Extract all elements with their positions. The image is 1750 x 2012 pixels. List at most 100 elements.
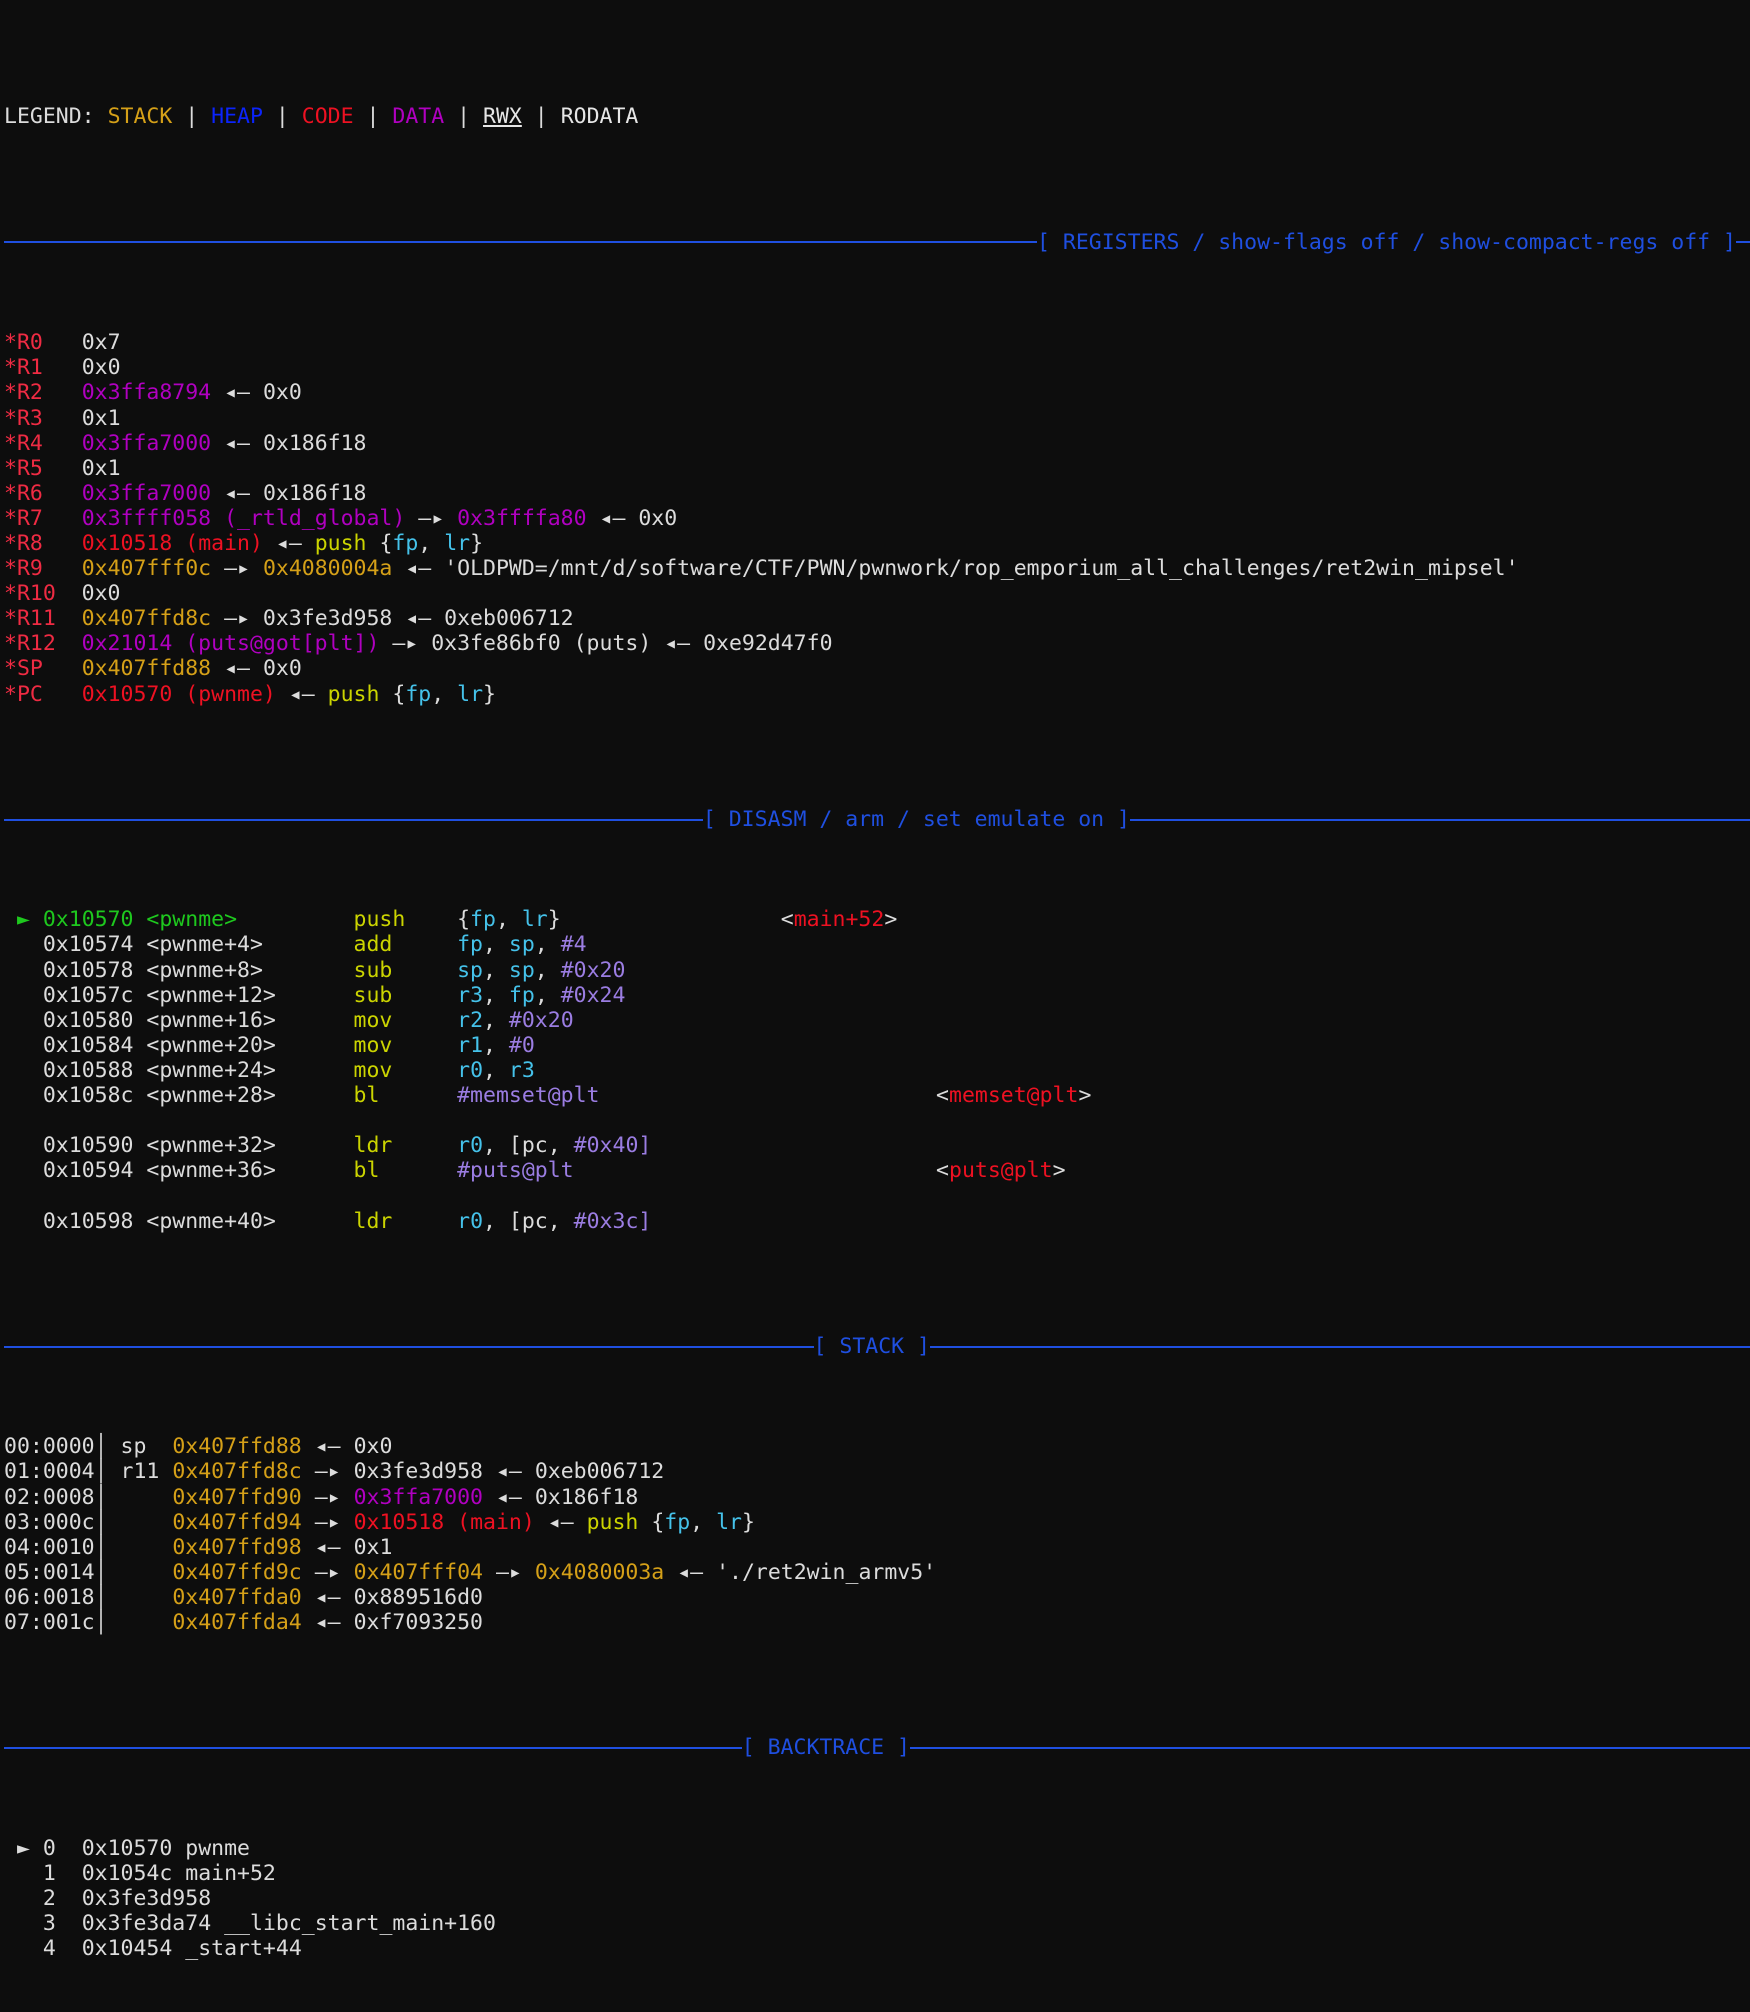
register-name: *R3 xyxy=(4,405,43,431)
stack-divider: │ xyxy=(94,1459,108,1485)
operand-register: lr xyxy=(457,681,484,707)
current-instruction-arrow xyxy=(17,1008,30,1033)
register-name: *R0 xyxy=(4,330,43,356)
current-instruction-arrow xyxy=(17,1158,30,1183)
stack-row: 06:0018│ 0x407ffda0 ◂– 0x889516d0 xyxy=(4,1585,1750,1610)
angle-bracket: < xyxy=(936,1158,949,1184)
angle-bracket: > xyxy=(1078,1083,1092,1109)
disasm-row: 0x10588 <pwnme+24> mov r0, r3 xyxy=(4,1058,1750,1083)
disasm-operands: r0, r3 xyxy=(457,1057,535,1083)
disasm-symbol: <pwnme+32> xyxy=(146,1133,276,1159)
backtrace-symbol: pwnme xyxy=(185,1835,250,1861)
backtrace-index: 3 xyxy=(42,1911,56,1937)
backtrace-index: 2 xyxy=(42,1886,56,1912)
current-instruction-arrow xyxy=(17,932,30,957)
register-chain-value-2: 0xe92d47f0 xyxy=(703,631,833,657)
stack-address: 0x407ffd88 xyxy=(172,1434,302,1460)
angle-bracket: > xyxy=(1052,1158,1066,1184)
stack-address: 0x407ffd9c xyxy=(172,1559,302,1585)
disasm-operands: {fp, lr} xyxy=(457,907,561,933)
register-chain-value: 0x4080004a xyxy=(262,556,393,582)
stack-offset: 01:0004 xyxy=(4,1459,95,1485)
register-name: *R11 xyxy=(4,606,56,632)
stack-value-2: 0x186f18 xyxy=(534,1484,639,1510)
register-chain-value: 0x186f18 xyxy=(262,480,367,506)
stack-section-title: [ STACK ] xyxy=(813,1333,931,1359)
stack-address: 0x407ffd90 xyxy=(172,1484,302,1510)
backtrace-symbol: main+52 xyxy=(185,1860,276,1886)
register-chain-value-2: 0x0 xyxy=(638,505,678,531)
stack-insn-mnemonic: push xyxy=(586,1509,639,1535)
register-row: *R2 0x3ffa8794 ◂– 0x0 xyxy=(4,380,1750,405)
angle-bracket: > xyxy=(884,907,898,933)
disasm-row: 0x1057c <pwnme+12> sub r3, fp, #0x24 xyxy=(4,983,1750,1008)
stack-row: 03:000c│ 0x407ffd94 –▸ 0x10518 (main) ◂–… xyxy=(4,1510,1750,1535)
stack-panel: 00:0000│ sp 0x407ffd88 ◂– 0x0 01:0004│ r1… xyxy=(4,1434,1750,1635)
deref-arrow: –▸ xyxy=(314,1484,341,1510)
register-name: *SP xyxy=(4,656,43,682)
register-row: *R3 0x1 xyxy=(4,406,1750,431)
disasm-operands: r0, [pc, #0x3c] xyxy=(457,1208,652,1234)
register-row: *R11 0x407ffd8c –▸ 0x3fe3d958 ◂– 0xeb006… xyxy=(4,606,1750,631)
register-row: *R6 0x3ffa7000 ◂– 0x186f18 xyxy=(4,481,1750,506)
banner-rule-right xyxy=(930,1345,1750,1348)
register-insn-mnemonic: push xyxy=(314,530,367,556)
deref-arrow: ◂– xyxy=(664,631,691,657)
disasm-row: 0x10580 <pwnme+16> mov r2, #0x20 xyxy=(4,1008,1750,1033)
register-value: 0x3ffff058 xyxy=(81,505,212,531)
deref-arrow: –▸ xyxy=(314,1559,341,1585)
disasm-operands: fp, sp, #4 xyxy=(457,932,587,958)
backtrace-row: 4 0x10454 _start+44 xyxy=(4,1936,1750,1961)
disasm-branch-target: memset@plt xyxy=(949,1083,1079,1109)
register-row: *R10 0x0 xyxy=(4,581,1750,606)
current-instruction-arrow xyxy=(17,983,30,1008)
disasm-address: 0x10584 xyxy=(42,1032,134,1058)
register-row: *R0 0x7 xyxy=(4,330,1750,355)
operand-register: lr xyxy=(444,530,471,556)
stack-register-label xyxy=(121,1610,160,1635)
stack-string-value: './ret2win_armv5' xyxy=(716,1559,937,1585)
deref-arrow: ◂– xyxy=(224,480,250,506)
deref-arrow: –▸ xyxy=(392,631,419,657)
stack-register-label xyxy=(121,1485,160,1510)
backtrace-row: 2 0x3fe3d958 xyxy=(4,1886,1750,1911)
stack-value: 0xf7093250 xyxy=(353,1610,484,1635)
register-insn-mnemonic: push xyxy=(327,681,380,707)
deref-arrow: –▸ xyxy=(495,1559,522,1585)
disasm-operands: #puts@plt xyxy=(457,1158,574,1184)
deref-arrow: ◂– xyxy=(314,1610,341,1635)
disasm-symbol: <pwnme+20> xyxy=(146,1032,276,1058)
terminal-output: LEGEND: STACK | HEAP | CODE | DATA | RWX… xyxy=(0,0,1750,2012)
register-name: *R1 xyxy=(4,355,43,381)
backtrace-current-arrow xyxy=(17,1886,30,1911)
disasm-address: 0x10594 xyxy=(42,1158,134,1184)
disasm-current-row: ► 0x10570 <pwnme> push {fp, lr} <main+52… xyxy=(4,907,1750,932)
register-row: *R4 0x3ffa7000 ◂– 0x186f18 xyxy=(4,431,1750,456)
stack-offset: 05:0014 xyxy=(4,1559,95,1585)
disasm-mnemonic: mov xyxy=(353,1057,393,1083)
register-name: *R4 xyxy=(4,430,43,456)
disasm-address: 0x10588 xyxy=(42,1057,134,1083)
deref-arrow: ◂– xyxy=(314,1584,341,1610)
backtrace-current-arrow xyxy=(17,1861,30,1886)
deref-arrow: ◂– xyxy=(314,1434,341,1460)
banner-rule-right xyxy=(1736,241,1750,244)
operand-register: fp xyxy=(405,681,432,707)
register-value: 0x3ffa8794 xyxy=(81,380,212,406)
stack-value: 0x1 xyxy=(353,1534,393,1560)
backtrace-symbol: _start+44 xyxy=(185,1936,302,1962)
stack-divider: │ xyxy=(94,1484,108,1510)
disasm-row: 0x1058c <pwnme+28> bl #memset@plt <memse… xyxy=(4,1083,1750,1108)
disasm-branch-target: puts@plt xyxy=(949,1158,1053,1184)
deref-arrow: ◂– xyxy=(495,1484,522,1510)
brace: { xyxy=(651,1509,665,1535)
stack-address: 0x407ffd8c xyxy=(172,1459,302,1485)
legend-label: LEGEND: xyxy=(4,104,95,130)
register-value: 0x3ffa7000 xyxy=(81,480,212,506)
register-symbol: (_rtld_global) xyxy=(224,505,406,531)
legend-line: LEGEND: STACK | HEAP | CODE | DATA | RWX… xyxy=(4,104,639,130)
disasm-mnemonic: mov xyxy=(353,1007,393,1033)
disasm-mnemonic: sub xyxy=(353,957,393,983)
deref-arrow: ◂– xyxy=(288,681,315,707)
disasm-symbol: <pwnme+16> xyxy=(146,1007,276,1033)
